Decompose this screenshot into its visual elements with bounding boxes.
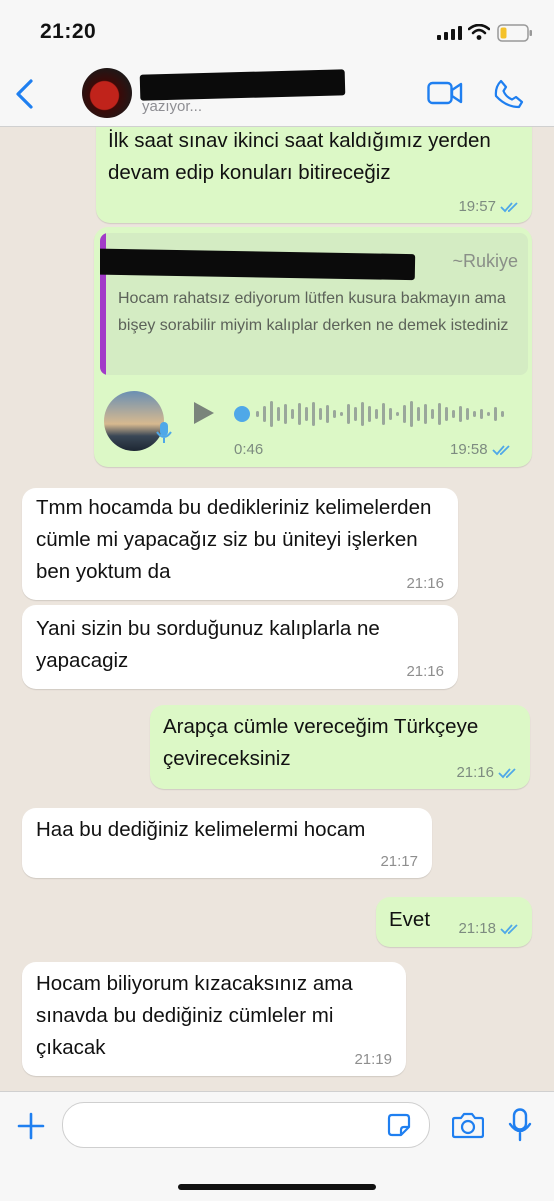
message-incoming[interactable]: Hocam biliyorum kızacaksınız ama sınavda… [22,962,406,1076]
message-text: Evet [389,908,431,931]
message-text: Yani sizin bu sorduğunuz kalıplarla ne y… [36,617,380,672]
message-time: 21:16 [406,663,444,680]
wifi-icon [468,24,490,40]
message-meta: 21:16 [406,575,444,592]
voice-waveform[interactable] [232,397,512,431]
status-time: 21:20 [40,20,97,43]
message-incoming[interactable]: Yani sizin bu sorduğunuz kalıplarla ne y… [22,605,458,689]
play-icon[interactable] [192,400,216,426]
message-time: 21:18 [458,920,496,937]
video-call-icon[interactable] [427,80,463,106]
message-list[interactable]: İlk saat sınav ikinci saat kaldığımız ye… [0,127,554,1091]
message-input[interactable] [62,1102,430,1148]
signal-icon [437,26,462,40]
message-meta: 19:57 [458,198,520,215]
redacted-quote-header [100,247,416,281]
message-meta: 19:58 [450,441,512,458]
message-meta: 21:19 [354,1051,392,1068]
typing-status: yazıyor... [142,98,203,115]
plus-icon[interactable] [17,1112,45,1140]
message-text: Haa bu dediğiniz kelimelermi hocam [36,818,366,841]
message-incoming[interactable]: Haa bu dediğiniz kelimelermi hocam 21:17 [22,808,432,878]
message-time: 21:16 [456,764,494,781]
message-text: Tmm hocamda bu dedikleriniz kelimelerden… [36,496,432,583]
home-indicator [178,1184,376,1190]
camera-icon[interactable] [452,1111,484,1139]
message-meta: 21:17 [380,853,418,870]
message-outgoing[interactable]: İlk saat sınav ikinci saat kaldığımız ye… [96,127,532,223]
message-outgoing[interactable]: Evet 21:18 [376,897,532,947]
back-chevron-icon[interactable] [14,78,36,110]
quote-author: ~Rukiye [452,251,518,271]
read-receipt-icon [491,444,510,455]
battery-icon [497,24,532,42]
phone-call-icon[interactable] [494,79,524,109]
message-text: İlk saat sınav ikinci saat kaldığımız ye… [108,129,491,184]
read-receipt-icon [500,923,518,934]
redacted-contact-name[interactable] [139,69,346,101]
message-outgoing[interactable]: Arapça cümle vereceğim Türkçeye çevirece… [150,705,530,789]
message-input-bar [0,1091,554,1201]
message-time: 19:57 [458,198,496,215]
read-receipt-icon [500,201,518,212]
microphone-record-icon[interactable] [508,1108,532,1142]
voice-sender-avatar [104,391,164,451]
message-time: 19:58 [450,441,488,458]
message-time: 21:19 [354,1051,392,1068]
status-bar: 21:20 [0,0,554,62]
chat-header: yazıyor... [0,62,554,127]
quoted-message[interactable]: ~Rukiye Hocam rahatsız ediyorum lütfen k… [100,233,528,375]
message-meta: 21:16 [456,764,518,781]
microphone-icon [156,422,172,443]
quote-text: Hocam rahatsız ediyorum lütfen kusura ba… [118,290,509,334]
message-time: 21:16 [406,575,444,592]
message-incoming[interactable]: Tmm hocamda bu dedikleriniz kelimelerden… [22,488,458,600]
message-meta: 21:16 [406,663,444,680]
message-time: 21:17 [380,853,418,870]
voice-duration: 0:46 [234,441,264,458]
sticker-icon[interactable] [387,1113,411,1137]
message-text: Hocam biliyorum kızacaksınız ama sınavda… [36,972,353,1059]
contact-avatar[interactable] [82,68,132,118]
read-receipt-icon [498,767,516,778]
message-meta: 21:18 [458,920,520,937]
